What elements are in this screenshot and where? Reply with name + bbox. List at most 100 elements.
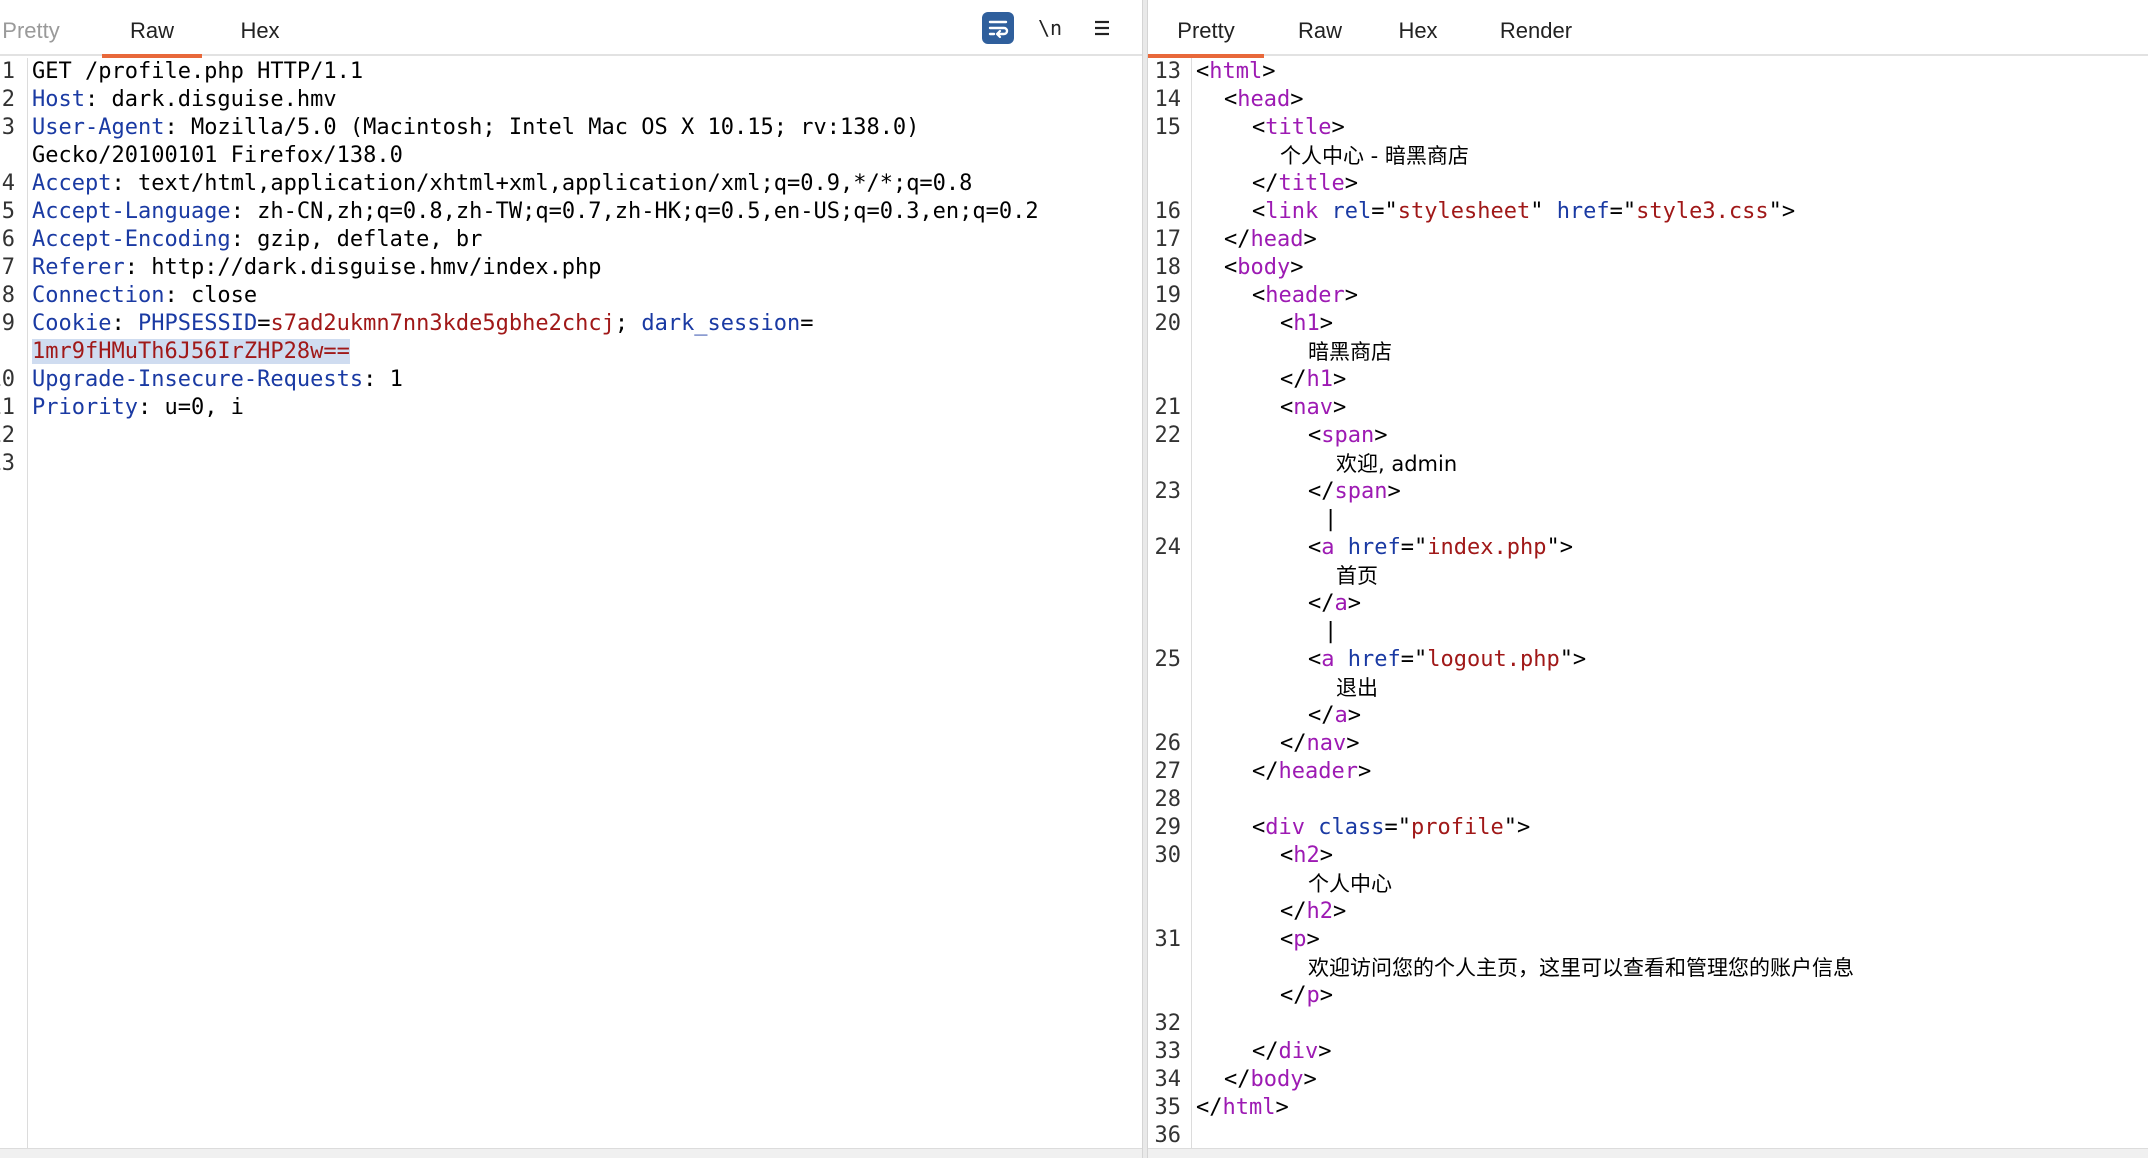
code-line: </nav> bbox=[1280, 731, 1360, 756]
code-line: </h2> bbox=[1280, 899, 1347, 924]
code-line: <link rel="stylesheet" href="style3.css"… bbox=[1252, 199, 1796, 224]
line-number: 30 bbox=[1154, 843, 1182, 868]
line-number: 18 bbox=[1154, 255, 1182, 280]
show-newlines-button[interactable]: \n bbox=[1034, 12, 1066, 44]
hamburger-menu-icon bbox=[1095, 20, 1109, 36]
line-number: 11 bbox=[0, 395, 15, 420]
header-key: Accept-Language bbox=[32, 199, 231, 224]
request-line: Priority: u=0, i bbox=[32, 395, 244, 420]
code-line: <a href="index.php"> bbox=[1308, 535, 1573, 560]
code-line: <h1> bbox=[1280, 311, 1333, 336]
horizontal-scrollbar[interactable] bbox=[0, 1148, 1142, 1158]
code-line: 退出 bbox=[1336, 676, 1378, 700]
tab-hex[interactable]: Hex bbox=[230, 0, 290, 56]
line-number: 17 bbox=[1154, 227, 1182, 252]
tab-raw[interactable]: Raw bbox=[102, 0, 202, 58]
request-gutter: 1 2 3 4 5 6 7 8 9 10 11 12 13 bbox=[0, 58, 28, 1158]
line-number: 19 bbox=[1154, 283, 1182, 308]
code-line: </div> bbox=[1252, 1039, 1332, 1064]
code-line: 个人中心 bbox=[1308, 872, 1392, 896]
wrap-lines-icon bbox=[988, 20, 1009, 39]
line-number: 5 bbox=[1, 199, 15, 224]
line-number: 35 bbox=[1154, 1095, 1182, 1120]
code-line: <div class="profile"> bbox=[1252, 815, 1531, 840]
line-number: 7 bbox=[1, 255, 15, 280]
code-line: <html> bbox=[1196, 59, 1276, 84]
selected-cookie-value[interactable]: 1mr9fHMuTh6J56IrZHP28w== bbox=[32, 339, 350, 364]
request-line: Connection: close bbox=[32, 283, 258, 308]
header-key: Accept bbox=[32, 171, 112, 196]
request-line: Accept: text/html,application/xhtml+xml,… bbox=[32, 171, 973, 196]
code-line: <p> bbox=[1280, 927, 1320, 952]
code-line: <head> bbox=[1224, 87, 1304, 112]
code-line: </a> bbox=[1308, 591, 1361, 616]
code-line: </a> bbox=[1308, 703, 1361, 728]
request-line: Upgrade-Insecure-Requests: 1 bbox=[32, 367, 403, 392]
request-tab-bar: Pretty Raw Hex \n bbox=[0, 0, 1142, 58]
request-line-continuation: 1mr9fHMuTh6J56IrZHP28w== bbox=[32, 338, 1142, 366]
header-key: Accept-Encoding bbox=[32, 227, 231, 252]
cookie-name: dark_session bbox=[641, 311, 801, 336]
line-number: 34 bbox=[1154, 1067, 1182, 1092]
code-line: 首页 bbox=[1336, 564, 1378, 588]
line-number: 28 bbox=[1154, 787, 1182, 812]
code-line: 暗黑商店 bbox=[1308, 340, 1392, 364]
line-number: 2 bbox=[1, 87, 15, 112]
header-key: Host bbox=[32, 87, 85, 112]
request-line: GET /profile.php HTTP/1.1 bbox=[32, 59, 364, 84]
tab-pretty[interactable]: Pretty bbox=[0, 0, 62, 56]
line-number: 8 bbox=[1, 283, 15, 308]
response-tab-bar: Pretty Raw Hex Render bbox=[1148, 0, 2148, 58]
code-line: <body> bbox=[1224, 255, 1304, 280]
code-line: 个人中心 - 暗黑商店 bbox=[1280, 144, 1469, 168]
header-key: Connection bbox=[32, 283, 165, 308]
tab-hex[interactable]: Hex bbox=[1388, 0, 1448, 56]
line-number: 13 bbox=[0, 451, 15, 476]
response-editor[interactable]: 13 14 15 16 17 18 19 20 21 22 23 24 25 2… bbox=[1148, 58, 2148, 1158]
request-line: Accept-Language: zh-CN,zh;q=0.8,zh-TW;q=… bbox=[32, 199, 1039, 224]
line-number: 26 bbox=[1154, 731, 1182, 756]
code-line: 欢迎, admin bbox=[1336, 452, 1458, 476]
line-number: 33 bbox=[1154, 1039, 1182, 1064]
tab-render[interactable]: Render bbox=[1486, 0, 1586, 56]
code-line: | bbox=[1324, 619, 1338, 644]
response-pane: Pretty Raw Hex Render 13 14 15 16 17 18 … bbox=[1148, 0, 2148, 1158]
line-number: 13 bbox=[1154, 59, 1182, 84]
line-number: 4 bbox=[1, 171, 15, 196]
header-key: User-Agent bbox=[32, 115, 165, 140]
header-key: Referer bbox=[32, 255, 125, 280]
tab-pretty[interactable]: Pretty bbox=[1148, 0, 1264, 58]
line-number: 25 bbox=[1154, 647, 1182, 672]
line-number: 9 bbox=[1, 311, 15, 336]
request-line: Referer: http://dark.disguise.hmv/index.… bbox=[32, 255, 602, 280]
code-line: </html> bbox=[1196, 1095, 1289, 1120]
line-number: 3 bbox=[1, 115, 15, 140]
code-line: </p> bbox=[1280, 983, 1333, 1008]
line-number: 23 bbox=[1154, 479, 1182, 504]
line-number: 24 bbox=[1154, 535, 1182, 560]
cookie-value: s7ad2ukmn7nn3kde5gbhe2chcj bbox=[270, 311, 615, 336]
line-number: 6 bbox=[1, 227, 15, 252]
request-line-cookie: Cookie: PHPSESSID=s7ad2ukmn7nn3kde5gbhe2… bbox=[32, 311, 814, 336]
code-line: </title> bbox=[1252, 171, 1358, 196]
response-gutter: 13 14 15 16 17 18 19 20 21 22 23 24 25 2… bbox=[1148, 58, 1192, 1158]
pane-menu-button[interactable] bbox=[1086, 12, 1118, 44]
request-line: Host: dark.disguise.hmv bbox=[32, 87, 337, 112]
line-number: 10 bbox=[0, 367, 15, 392]
code-line: <h2> bbox=[1280, 843, 1333, 868]
horizontal-scrollbar[interactable] bbox=[1148, 1148, 2148, 1158]
code-line: </span> bbox=[1308, 479, 1401, 504]
line-number: 20 bbox=[1154, 311, 1182, 336]
tab-raw[interactable]: Raw bbox=[1288, 0, 1352, 56]
header-key: Upgrade-Insecure-Requests bbox=[32, 367, 364, 392]
code-line: </h1> bbox=[1280, 367, 1347, 392]
header-key: Cookie bbox=[32, 311, 112, 336]
request-pane: Pretty Raw Hex \n 1 2 3 4 5 6 7 8 9 0 1 … bbox=[0, 0, 1142, 1158]
line-number: 12 bbox=[0, 423, 15, 448]
line-number: 27 bbox=[1154, 759, 1182, 784]
wrap-lines-button[interactable] bbox=[982, 12, 1014, 44]
line-number: 36 bbox=[1154, 1123, 1182, 1148]
line-number: 29 bbox=[1154, 815, 1182, 840]
request-line-continuation: Gecko/20100101 Firefox/138.0 bbox=[32, 143, 403, 168]
request-editor[interactable]: 1 2 3 4 5 6 7 8 9 10 11 12 13 GET /profi… bbox=[0, 58, 1142, 1158]
